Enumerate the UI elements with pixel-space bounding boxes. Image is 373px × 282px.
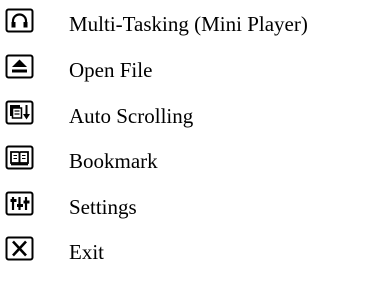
book-icon <box>5 145 34 170</box>
menu-item-settings[interactable]: Settings <box>0 191 373 231</box>
options-menu: Multi-Tasking (Mini Player) Open File Au <box>0 0 373 282</box>
menu-item-label: Bookmark <box>69 149 158 173</box>
menu-item-label: Auto Scrolling <box>69 104 194 128</box>
menu-item-open-file[interactable]: Open File <box>0 54 373 94</box>
menu-item-exit[interactable]: Exit <box>0 236 373 276</box>
menu-item-label: Exit <box>69 240 104 264</box>
menu-item-bookmark[interactable]: Bookmark <box>0 145 373 185</box>
menu-item-label: Settings <box>69 195 137 219</box>
close-icon <box>5 236 34 261</box>
menu-item-auto-scrolling[interactable]: Auto Scrolling <box>0 100 373 140</box>
menu-item-label: Multi-Tasking (Mini Player) <box>69 12 308 36</box>
auto-scroll-icon <box>5 100 34 125</box>
menu-item-multi-tasking[interactable]: Multi-Tasking (Mini Player) <box>0 8 373 48</box>
settings-icon <box>5 191 34 216</box>
menu-item-label: Open File <box>69 58 153 82</box>
headphones-icon <box>5 8 34 33</box>
eject-icon <box>5 54 34 79</box>
